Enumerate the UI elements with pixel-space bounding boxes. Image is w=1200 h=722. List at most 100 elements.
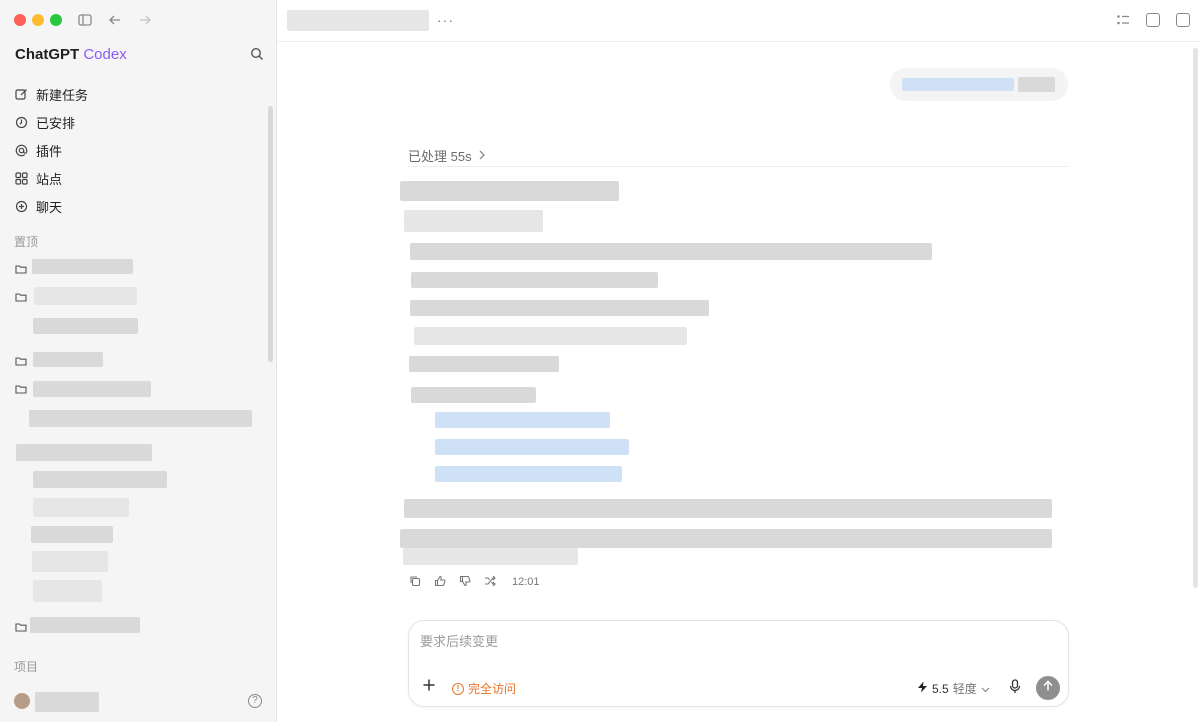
- redacted-text: [404, 499, 1052, 518]
- window-controls: [14, 14, 62, 26]
- sidebar-item-sites[interactable]: 站点: [14, 164, 264, 192]
- plus-circle-icon: [14, 199, 28, 213]
- redacted-link[interactable]: [435, 439, 629, 455]
- microphone-icon[interactable]: [1009, 679, 1023, 695]
- clock-icon: [14, 115, 28, 129]
- message-actions: 12:01: [408, 575, 540, 588]
- pinned-section-label: 置顶: [14, 235, 39, 249]
- sidebar-nav: 新建任务 已安排 插件 站点 聊天: [14, 80, 264, 220]
- redacted-text: [410, 300, 709, 316]
- chevron-right-icon: [478, 148, 486, 163]
- redacted-item[interactable]: [31, 526, 113, 543]
- send-button[interactable]: [1036, 676, 1060, 700]
- redacted-item[interactable]: [33, 471, 167, 488]
- redacted-text: [403, 548, 578, 565]
- app-window: ChatGPT Codex 新建任务 已安排 插件 站点 聊天 置顶 项目 ? …: [0, 0, 1200, 722]
- model-selector[interactable]: 5.5 轻度: [917, 680, 990, 697]
- search-icon[interactable]: [250, 47, 266, 63]
- processed-toggle[interactable]: 已处理 55s: [408, 146, 486, 165]
- redacted-text: [400, 529, 1052, 548]
- at-icon: [14, 143, 28, 157]
- message-timestamp: 12:01: [512, 575, 540, 588]
- header-actions: [1116, 13, 1190, 27]
- main-panel: ··· 已处理 55s 12:01 要求后续变更 ! 完全访问 5.5 轻度: [277, 0, 1200, 722]
- redacted-item[interactable]: [16, 444, 152, 461]
- grid-icon: [14, 171, 28, 185]
- lightning-icon: [917, 681, 928, 696]
- user-account-row[interactable]: ?: [14, 688, 262, 714]
- redacted-item[interactable]: [34, 287, 137, 305]
- sidebar-item-scheduled[interactable]: 已安排: [14, 108, 264, 136]
- follow-up-input[interactable]: [420, 634, 1020, 649]
- redacted-item[interactable]: [33, 381, 151, 397]
- access-label: 完全访问: [468, 682, 517, 696]
- thumbs-down-icon[interactable]: [458, 575, 471, 588]
- redacted-text: [400, 181, 619, 201]
- user-message-bubble: [890, 68, 1068, 101]
- main-header: ···: [277, 0, 1200, 42]
- redacted-item[interactable]: [33, 318, 138, 334]
- main-scrollbar[interactable]: [1193, 48, 1198, 588]
- more-options-icon[interactable]: ···: [437, 12, 454, 28]
- branch-icon[interactable]: [483, 575, 496, 588]
- forward-arrow-icon[interactable]: [136, 11, 154, 29]
- divider: [408, 166, 1068, 167]
- minimize-window-button[interactable]: [32, 14, 44, 26]
- sidebar-item-label: 新建任务: [36, 87, 89, 103]
- redacted-text: [409, 356, 559, 372]
- redacted-text: [411, 387, 536, 403]
- warning-icon: !: [452, 682, 464, 695]
- folder-icon[interactable]: [15, 620, 27, 632]
- help-icon[interactable]: ?: [248, 694, 262, 708]
- zoom-window-button[interactable]: [50, 14, 62, 26]
- sidebar-item-chat[interactable]: 聊天: [14, 192, 264, 220]
- redacted-item[interactable]: [29, 410, 252, 427]
- full-access-button[interactable]: ! 完全访问: [452, 680, 516, 697]
- side-panel-icon[interactable]: [1176, 13, 1190, 27]
- redacted-text: [404, 210, 543, 232]
- terminal-panel-icon[interactable]: [1146, 13, 1160, 27]
- folder-icon[interactable]: [15, 354, 27, 366]
- sidebar-item-label: 聊天: [36, 199, 63, 215]
- chevron-down-icon: [981, 682, 990, 696]
- app-brand: ChatGPT Codex: [15, 46, 127, 63]
- redacted-link[interactable]: [435, 412, 610, 428]
- projects-section-label: 项目: [14, 660, 39, 674]
- composer: ! 完全访问 5.5 轻度: [408, 620, 1069, 707]
- processed-label: 已处理 55s: [408, 149, 472, 164]
- redacted-thread-title: [287, 10, 429, 31]
- sidebar-toolbar: [76, 11, 154, 29]
- redacted-item[interactable]: [33, 580, 102, 602]
- sidebar-item-label: 插件: [36, 143, 63, 159]
- redacted-item[interactable]: [32, 551, 108, 572]
- sidebar: ChatGPT Codex 新建任务 已安排 插件 站点 聊天 置顶 项目 ?: [0, 0, 277, 722]
- redacted-item[interactable]: [32, 259, 133, 274]
- list-view-icon[interactable]: [1116, 13, 1130, 27]
- redacted-text: [411, 272, 658, 288]
- redacted-text: [414, 327, 687, 345]
- close-window-button[interactable]: [14, 14, 26, 26]
- copy-icon[interactable]: [408, 575, 421, 588]
- model-version: 5.5: [932, 681, 949, 696]
- redacted-user-message: [902, 78, 1014, 91]
- sidebar-item-label: 站点: [36, 171, 63, 187]
- back-arrow-icon[interactable]: [106, 11, 124, 29]
- thumbs-up-icon[interactable]: [433, 575, 446, 588]
- add-attachment-button[interactable]: [422, 677, 436, 695]
- redacted-link[interactable]: [435, 466, 622, 482]
- sidebar-toggle-icon[interactable]: [76, 11, 94, 29]
- plus-icon: [423, 679, 435, 691]
- folder-open-icon[interactable]: [15, 290, 27, 302]
- folder-open-icon[interactable]: [15, 382, 27, 394]
- redacted-item[interactable]: [30, 617, 140, 633]
- sidebar-item-label: 已安排: [36, 115, 76, 131]
- arrow-up-icon: [1043, 680, 1053, 691]
- brand-accent: Codex: [83, 46, 127, 63]
- redacted-item[interactable]: [33, 498, 129, 517]
- model-effort: 轻度: [952, 682, 977, 696]
- sidebar-item-plugins[interactable]: 插件: [14, 136, 264, 164]
- folder-icon[interactable]: [15, 262, 27, 274]
- sidebar-item-new-task[interactable]: 新建任务: [14, 80, 264, 108]
- redacted-item[interactable]: [33, 352, 103, 367]
- sidebar-scrollbar[interactable]: [268, 106, 273, 362]
